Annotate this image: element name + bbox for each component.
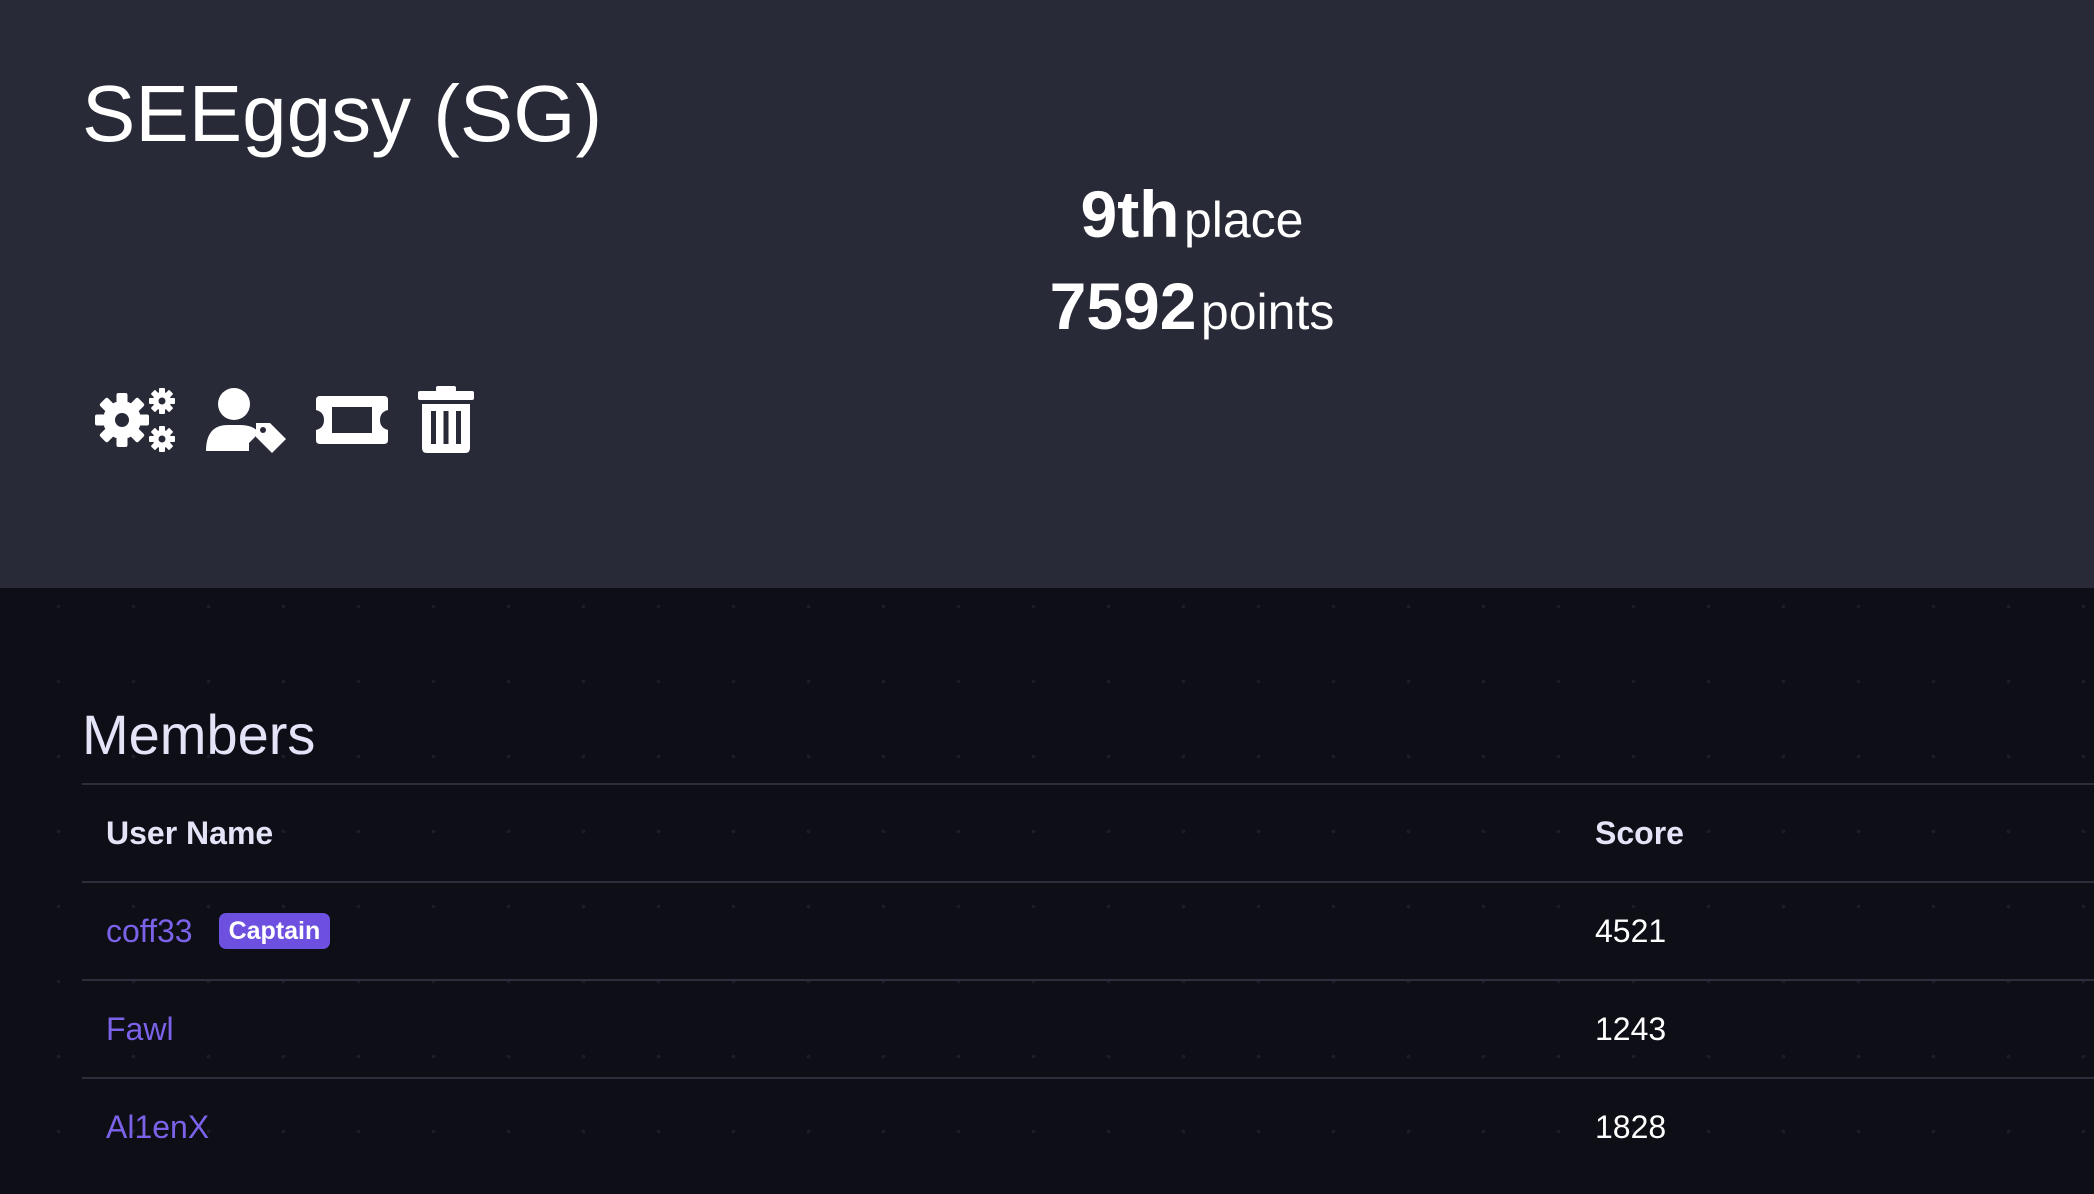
ticket-icon bbox=[316, 396, 388, 444]
team-points: 7592 points bbox=[0, 268, 2094, 344]
table-row: Fawl 1243 bbox=[82, 979, 2094, 1077]
member-name-cell: Al1enX bbox=[106, 1079, 209, 1175]
points-number: 7592 bbox=[1049, 269, 1197, 343]
team-place: 9th place bbox=[0, 176, 2094, 252]
member-name-cell: coff33 Captain bbox=[106, 883, 331, 979]
member-score: 1243 bbox=[1595, 1010, 1667, 1047]
member-tag-button[interactable] bbox=[204, 387, 288, 453]
points-label: points bbox=[1200, 284, 1335, 340]
table-row: Al1enX 1828 bbox=[82, 1077, 2094, 1175]
member-link[interactable]: Fawl bbox=[106, 1011, 174, 1048]
member-link[interactable]: Al1enX bbox=[106, 1109, 209, 1146]
user-tag-icon bbox=[206, 388, 286, 453]
column-header-username: User Name bbox=[106, 814, 274, 851]
table-row: coff33 Captain 4521 bbox=[82, 881, 2094, 979]
ticket-button[interactable] bbox=[314, 394, 390, 446]
trash-icon bbox=[418, 386, 474, 453]
member-link[interactable]: coff33 bbox=[106, 913, 193, 950]
column-header-score: Score bbox=[1595, 814, 1684, 851]
members-heading: Members bbox=[82, 703, 316, 766]
team-header: SEEggsy (SG) 9th place 7592 points bbox=[0, 0, 2094, 588]
place-label: place bbox=[1183, 192, 1304, 248]
gears-icon bbox=[95, 388, 175, 452]
table-header-row: User Name Score bbox=[82, 783, 2094, 881]
member-name-cell: Fawl bbox=[106, 981, 174, 1077]
captain-badge: Captain bbox=[218, 913, 331, 949]
member-score: 4521 bbox=[1595, 912, 1667, 949]
team-name: SEEggsy (SG) bbox=[82, 69, 603, 158]
members-section: Members User Name Score coff33 Captain 4… bbox=[0, 588, 2094, 1194]
delete-team-button[interactable] bbox=[416, 386, 476, 454]
members-table: User Name Score coff33 Captain 4521 Fawl… bbox=[82, 783, 2094, 1175]
member-score: 1828 bbox=[1595, 1108, 1667, 1145]
team-actions bbox=[94, 386, 476, 454]
settings-button[interactable] bbox=[94, 387, 178, 453]
place-number: 9th bbox=[1080, 177, 1180, 251]
